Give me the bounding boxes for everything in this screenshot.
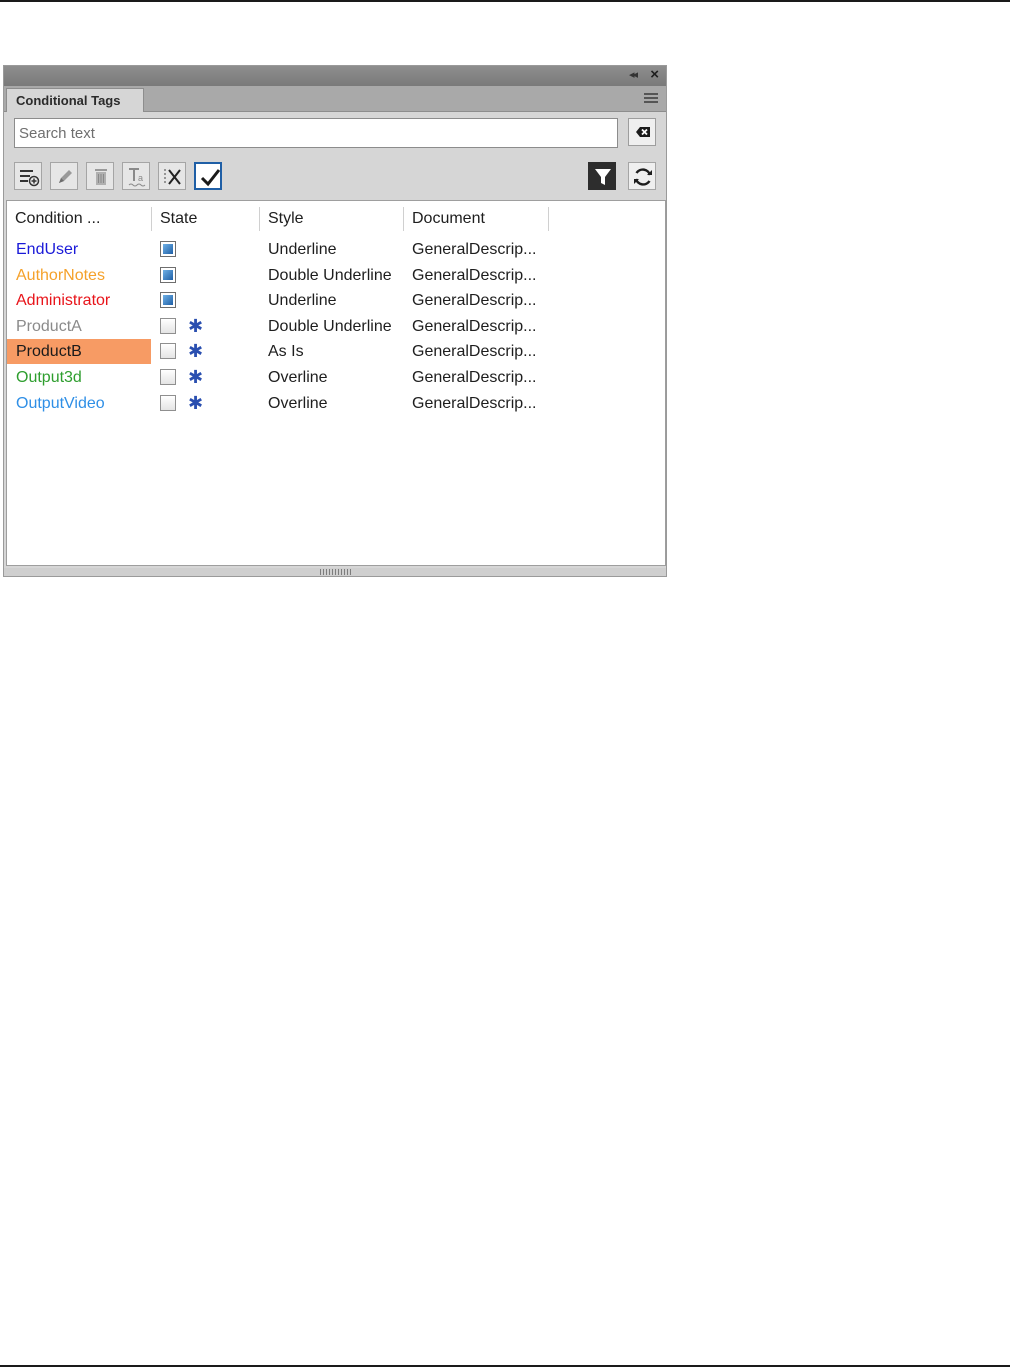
document-cell: GeneralDescrip...	[412, 292, 537, 310]
edit-condition-button[interactable]	[50, 162, 78, 190]
column-header-style[interactable]: Style	[260, 207, 404, 231]
svg-text:a: a	[138, 173, 143, 183]
column-header-state[interactable]: State	[152, 207, 260, 231]
remove-condition-icon	[164, 169, 181, 185]
state-checkbox[interactable]	[160, 343, 176, 360]
modified-star-icon: ✱	[188, 341, 204, 362]
search-input[interactable]	[14, 118, 618, 148]
resize-grip-icon[interactable]	[320, 569, 352, 575]
style-cell[interactable]: Double Underline	[268, 263, 392, 288]
tab-conditional-tags[interactable]: Conditional Tags	[6, 88, 144, 112]
condition-name[interactable]: ProductB	[7, 339, 151, 365]
table-row[interactable]: Administrator Underline GeneralDescrip...	[7, 288, 665, 313]
condition-name[interactable]: EndUser	[7, 237, 151, 262]
page-top-rule	[0, 0, 1010, 2]
delete-condition-button[interactable]	[86, 162, 114, 190]
modified-star-icon: ✱	[188, 367, 204, 387]
table-row[interactable]: AuthorNotes Double Underline GeneralDescri…	[7, 263, 665, 288]
checkbox-icon	[200, 169, 221, 187]
panel-menu-icon[interactable]	[644, 93, 658, 105]
document-cell: GeneralDescrip...	[412, 343, 537, 361]
refresh-icon	[634, 168, 652, 186]
conditions-table: Condition ... State Style Document EndUs…	[6, 200, 666, 566]
remove-condition-button[interactable]	[158, 162, 186, 190]
state-checkbox[interactable]	[160, 241, 176, 257]
condition-name[interactable]: OutputVideo	[7, 391, 151, 416]
document-cell: GeneralDescrip...	[412, 266, 537, 284]
style-cell[interactable]: Underline	[268, 237, 336, 262]
style-cell[interactable]: As Is	[268, 339, 304, 364]
style-cell[interactable]: Overline	[268, 365, 328, 390]
new-condition-icon	[20, 170, 40, 187]
edit-icon	[59, 170, 72, 183]
delete-icon	[95, 169, 107, 185]
table-row[interactable]: ProductA ✱ Double Underline GeneralDescrip.…	[7, 314, 665, 339]
condition-name[interactable]: ProductA	[7, 314, 151, 339]
close-icon[interactable]: ×	[650, 66, 659, 83]
panel-titlebar[interactable]: ◂◂ ×	[4, 66, 666, 86]
filter-icon	[595, 169, 611, 185]
panel-footer	[4, 568, 666, 576]
clear-search-button[interactable]	[628, 118, 656, 146]
condition-name[interactable]: AuthorNotes	[7, 263, 151, 288]
document-cell: GeneralDescrip...	[412, 369, 537, 386]
style-cell[interactable]: Underline	[268, 288, 336, 313]
modified-star-icon: ✱	[188, 392, 204, 413]
show-checkboxes-button[interactable]	[194, 162, 222, 190]
state-checkbox[interactable]	[160, 266, 176, 283]
style-cell[interactable]: Double Underline	[268, 314, 392, 339]
condition-name[interactable]: Output3d	[7, 365, 151, 390]
table-row[interactable]: Output3d ✱ Overline GeneralDescrip...	[7, 365, 665, 390]
document-cell: GeneralDescrip...	[412, 241, 537, 258]
modified-star-icon: ✱	[188, 315, 204, 336]
new-condition-button[interactable]	[14, 162, 42, 190]
table-row[interactable]: OutputVideo ✱ Overline GeneralDescrip...	[7, 391, 665, 416]
collapse-icon[interactable]: ◂◂	[629, 68, 638, 81]
toolbar: a	[4, 162, 666, 196]
state-checkbox[interactable]	[160, 369, 176, 385]
style-cell[interactable]: Overline	[268, 391, 328, 416]
condition-name[interactable]: Administrator	[7, 288, 151, 313]
table-row[interactable]: EndUser Underline GeneralDescrip...	[7, 237, 665, 262]
refresh-button[interactable]	[628, 162, 656, 190]
text-style-button[interactable]: a	[122, 162, 150, 190]
column-header-condition[interactable]: Condition ...	[7, 207, 152, 231]
state-checkbox[interactable]	[160, 292, 176, 309]
page-bottom-rule	[0, 1365, 1010, 1367]
column-header-document[interactable]: Document	[404, 207, 549, 231]
conditional-tags-panel: ◂◂ × Conditional Tags Search text a Cond…	[3, 65, 667, 577]
document-cell: GeneralDescrip...	[412, 394, 537, 412]
table-row[interactable]: ProductB ✱ As Is GeneralDescrip...	[7, 339, 665, 365]
state-checkbox[interactable]	[160, 317, 176, 334]
state-checkbox[interactable]	[160, 394, 176, 411]
text-style-icon: a	[128, 168, 146, 187]
tab-strip: Conditional Tags	[4, 86, 666, 112]
document-cell: GeneralDescrip...	[412, 317, 537, 335]
clear-search-icon	[636, 127, 650, 137]
filter-button[interactable]	[588, 162, 616, 190]
